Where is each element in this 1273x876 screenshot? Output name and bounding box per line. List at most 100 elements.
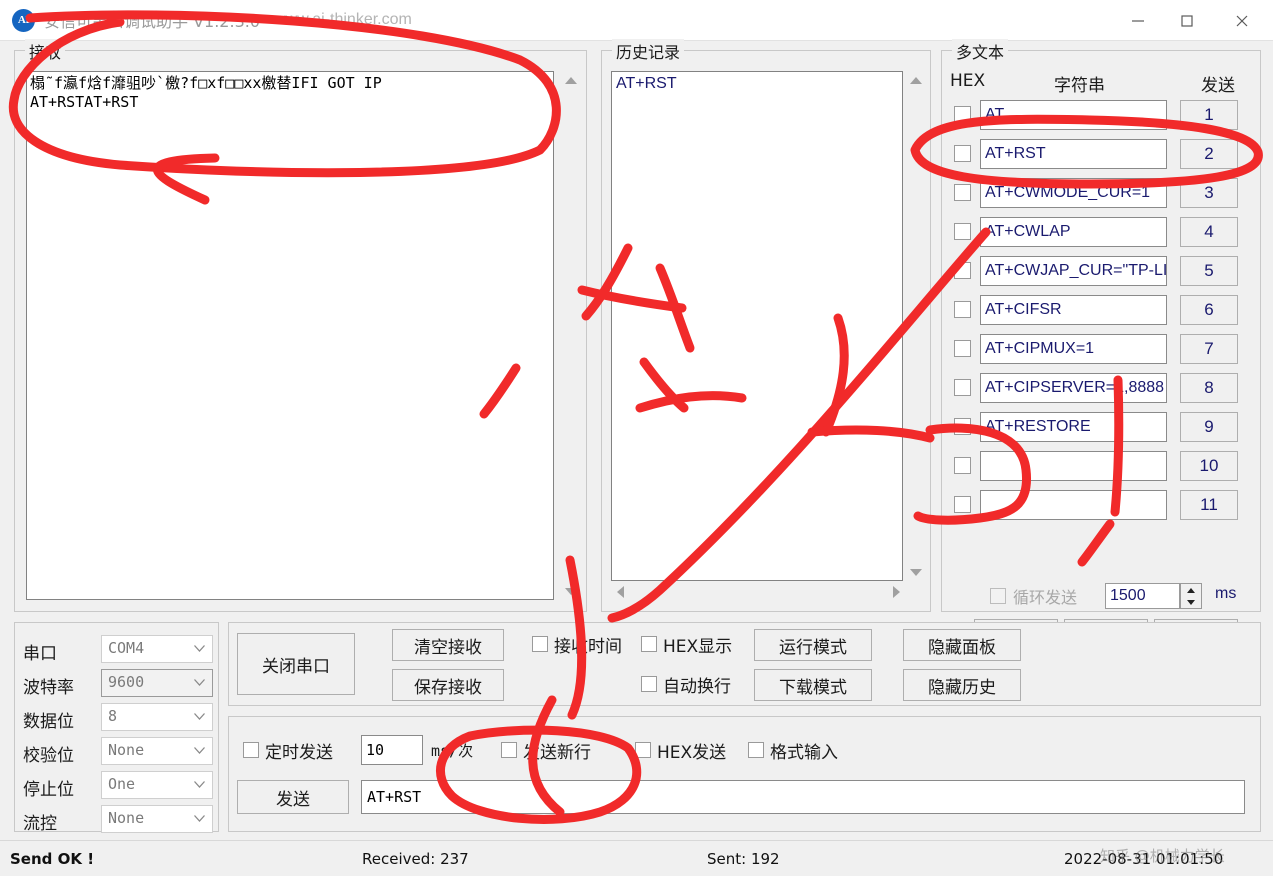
command-input[interactable]: AT: [980, 100, 1167, 130]
send-panel: 定时发送 10 ms/次 发送新行 HEX发送 格式输入 发送 AT+RST: [228, 716, 1261, 832]
clear-receive-button[interactable]: 清空接收: [392, 629, 504, 661]
send-slot-button[interactable]: 4: [1180, 217, 1238, 247]
hex-checkbox[interactable]: [954, 496, 971, 513]
selected-value: None: [108, 741, 145, 759]
hex-checkbox[interactable]: [954, 262, 971, 279]
scroll-down-icon[interactable]: [905, 563, 926, 581]
baudrate-select[interactable]: 9600: [101, 669, 213, 697]
send-slot-button[interactable]: 9: [1180, 412, 1238, 442]
window-controls: [1113, 0, 1273, 41]
history-list[interactable]: AT+RST: [611, 71, 903, 581]
command-input[interactable]: AT+CIPMUX=1: [980, 334, 1167, 364]
stopbits-select[interactable]: One: [101, 771, 213, 799]
hex-checkbox[interactable]: [954, 457, 971, 474]
history-vertical-scrollbar[interactable]: [905, 71, 926, 581]
command-input[interactable]: AT+CWLAP: [980, 217, 1167, 247]
receive-panel-label: 接收: [25, 39, 66, 63]
scroll-up-icon[interactable]: [905, 71, 926, 89]
command-input[interactable]: AT+RST: [980, 139, 1167, 169]
loop-interval-input[interactable]: 1500: [1105, 583, 1180, 609]
command-input[interactable]: [980, 490, 1167, 520]
send-button[interactable]: 发送: [237, 780, 349, 814]
scroll-up-icon[interactable]: [560, 71, 581, 89]
setting-label: 停止位: [23, 780, 74, 800]
minimize-icon[interactable]: [1113, 0, 1162, 41]
close-port-button[interactable]: 关闭串口: [237, 633, 355, 695]
run-mode-button[interactable]: 运行模式: [754, 629, 872, 661]
chevron-down-icon: [194, 713, 205, 720]
send-slot-button[interactable]: 11: [1180, 490, 1238, 520]
command-input[interactable]: AT+CIFSR: [980, 295, 1167, 325]
send-slot-button[interactable]: 5: [1180, 256, 1238, 286]
maximize-icon[interactable]: [1162, 0, 1211, 41]
hex-checkbox[interactable]: [954, 145, 971, 162]
scroll-left-icon[interactable]: [611, 581, 629, 602]
send-slot-button[interactable]: 6: [1180, 295, 1238, 325]
multitext-row: 10: [950, 450, 1254, 482]
vendor-url-label: www.ai-thinker.com: [274, 11, 412, 28]
status-timestamp: 2022-08-31 01:01:50: [1064, 850, 1224, 868]
selected-value: 8: [108, 707, 118, 725]
send-slot-button[interactable]: 10: [1180, 451, 1238, 481]
send-slot-button[interactable]: 8: [1180, 373, 1238, 403]
save-receive-button[interactable]: 保存接收: [392, 669, 504, 701]
flowcontrol-select[interactable]: None: [101, 805, 213, 833]
send-slot-button[interactable]: 3: [1180, 178, 1238, 208]
parity-select[interactable]: None: [101, 737, 213, 765]
history-panel: 历史记录 AT+RST: [601, 39, 931, 612]
send-slot-button[interactable]: 2: [1180, 139, 1238, 169]
hex-checkbox[interactable]: [954, 223, 971, 240]
chevron-down-icon: [194, 781, 205, 788]
multitext-row: AT+CWMODE_CUR=1 3: [950, 177, 1254, 209]
close-icon[interactable]: [1211, 0, 1273, 41]
download-mode-button[interactable]: 下载模式: [754, 669, 872, 701]
send-interval-input[interactable]: 10: [361, 735, 423, 765]
receive-time-checkbox[interactable]: [532, 636, 548, 652]
port-select[interactable]: COM4: [101, 635, 213, 663]
multitext-row: 11: [950, 489, 1254, 521]
command-input[interactable]: [980, 451, 1167, 481]
hex-checkbox[interactable]: [954, 106, 971, 123]
send-newline-label: 发送新行: [523, 743, 591, 763]
command-input[interactable]: AT+CIPSERVER=1,8888: [980, 373, 1167, 403]
send-slot-button[interactable]: 7: [1180, 334, 1238, 364]
chevron-down-icon: [194, 747, 205, 754]
hex-checkbox[interactable]: [954, 340, 971, 357]
setting-row-parity: 校验位 None: [23, 737, 213, 767]
hide-panel-button[interactable]: 隐藏面板: [903, 629, 1021, 661]
loop-interval-stepper[interactable]: [1180, 583, 1202, 609]
databits-select[interactable]: 8: [101, 703, 213, 731]
control-panel: 关闭串口 清空接收 保存接收 接收时间 HEX显示 自动换行 运行模式 下载模式…: [228, 622, 1261, 706]
loop-send-checkbox[interactable]: [990, 588, 1006, 604]
history-horizontal-scrollbar[interactable]: [611, 581, 905, 602]
timed-send-checkbox[interactable]: [243, 742, 259, 758]
stepper-down-icon[interactable]: [1181, 596, 1201, 608]
title-bar: AI 安信可串口调试助手 V1.2.3.0 www.ai-thinker.com: [0, 0, 1273, 41]
hex-checkbox[interactable]: [954, 184, 971, 201]
scroll-down-icon[interactable]: [560, 582, 581, 600]
setting-row-port: 串口 COM4: [23, 635, 213, 665]
send-text-input[interactable]: AT+RST: [361, 780, 1245, 814]
hide-history-button[interactable]: 隐藏历史: [903, 669, 1021, 701]
auto-wrap-checkbox[interactable]: [641, 676, 657, 692]
multitext-row: AT+CIPMUX=1 7: [950, 333, 1254, 365]
status-message: Send OK !: [10, 850, 95, 868]
command-input[interactable]: AT+CWJAP_CUR="TP-LIN: [980, 256, 1167, 286]
receive-textarea[interactable]: 榻˜f瀛f焓f灖驵吵`檄?f□xf□□xx檄替IFI GOT IP AT+RST…: [26, 71, 554, 600]
command-input[interactable]: AT+RESTORE: [980, 412, 1167, 442]
scroll-right-icon[interactable]: [887, 581, 905, 602]
selected-value: COM4: [108, 639, 145, 657]
hex-checkbox[interactable]: [954, 379, 971, 396]
hex-send-checkbox[interactable]: [635, 742, 651, 758]
send-slot-button[interactable]: 1: [1180, 100, 1238, 130]
serial-debug-assistant-window: AI 安信可串口调试助手 V1.2.3.0 www.ai-thinker.com…: [0, 0, 1273, 876]
stepper-up-icon[interactable]: [1181, 584, 1201, 596]
command-input[interactable]: AT+CWMODE_CUR=1: [980, 178, 1167, 208]
send-newline-checkbox[interactable]: [501, 742, 517, 758]
hex-checkbox[interactable]: [954, 301, 971, 318]
hex-checkbox[interactable]: [954, 418, 971, 435]
list-item[interactable]: AT+RST: [616, 74, 898, 94]
format-input-checkbox[interactable]: [748, 742, 764, 758]
receive-vertical-scrollbar[interactable]: [560, 71, 581, 600]
hex-display-checkbox[interactable]: [641, 636, 657, 652]
